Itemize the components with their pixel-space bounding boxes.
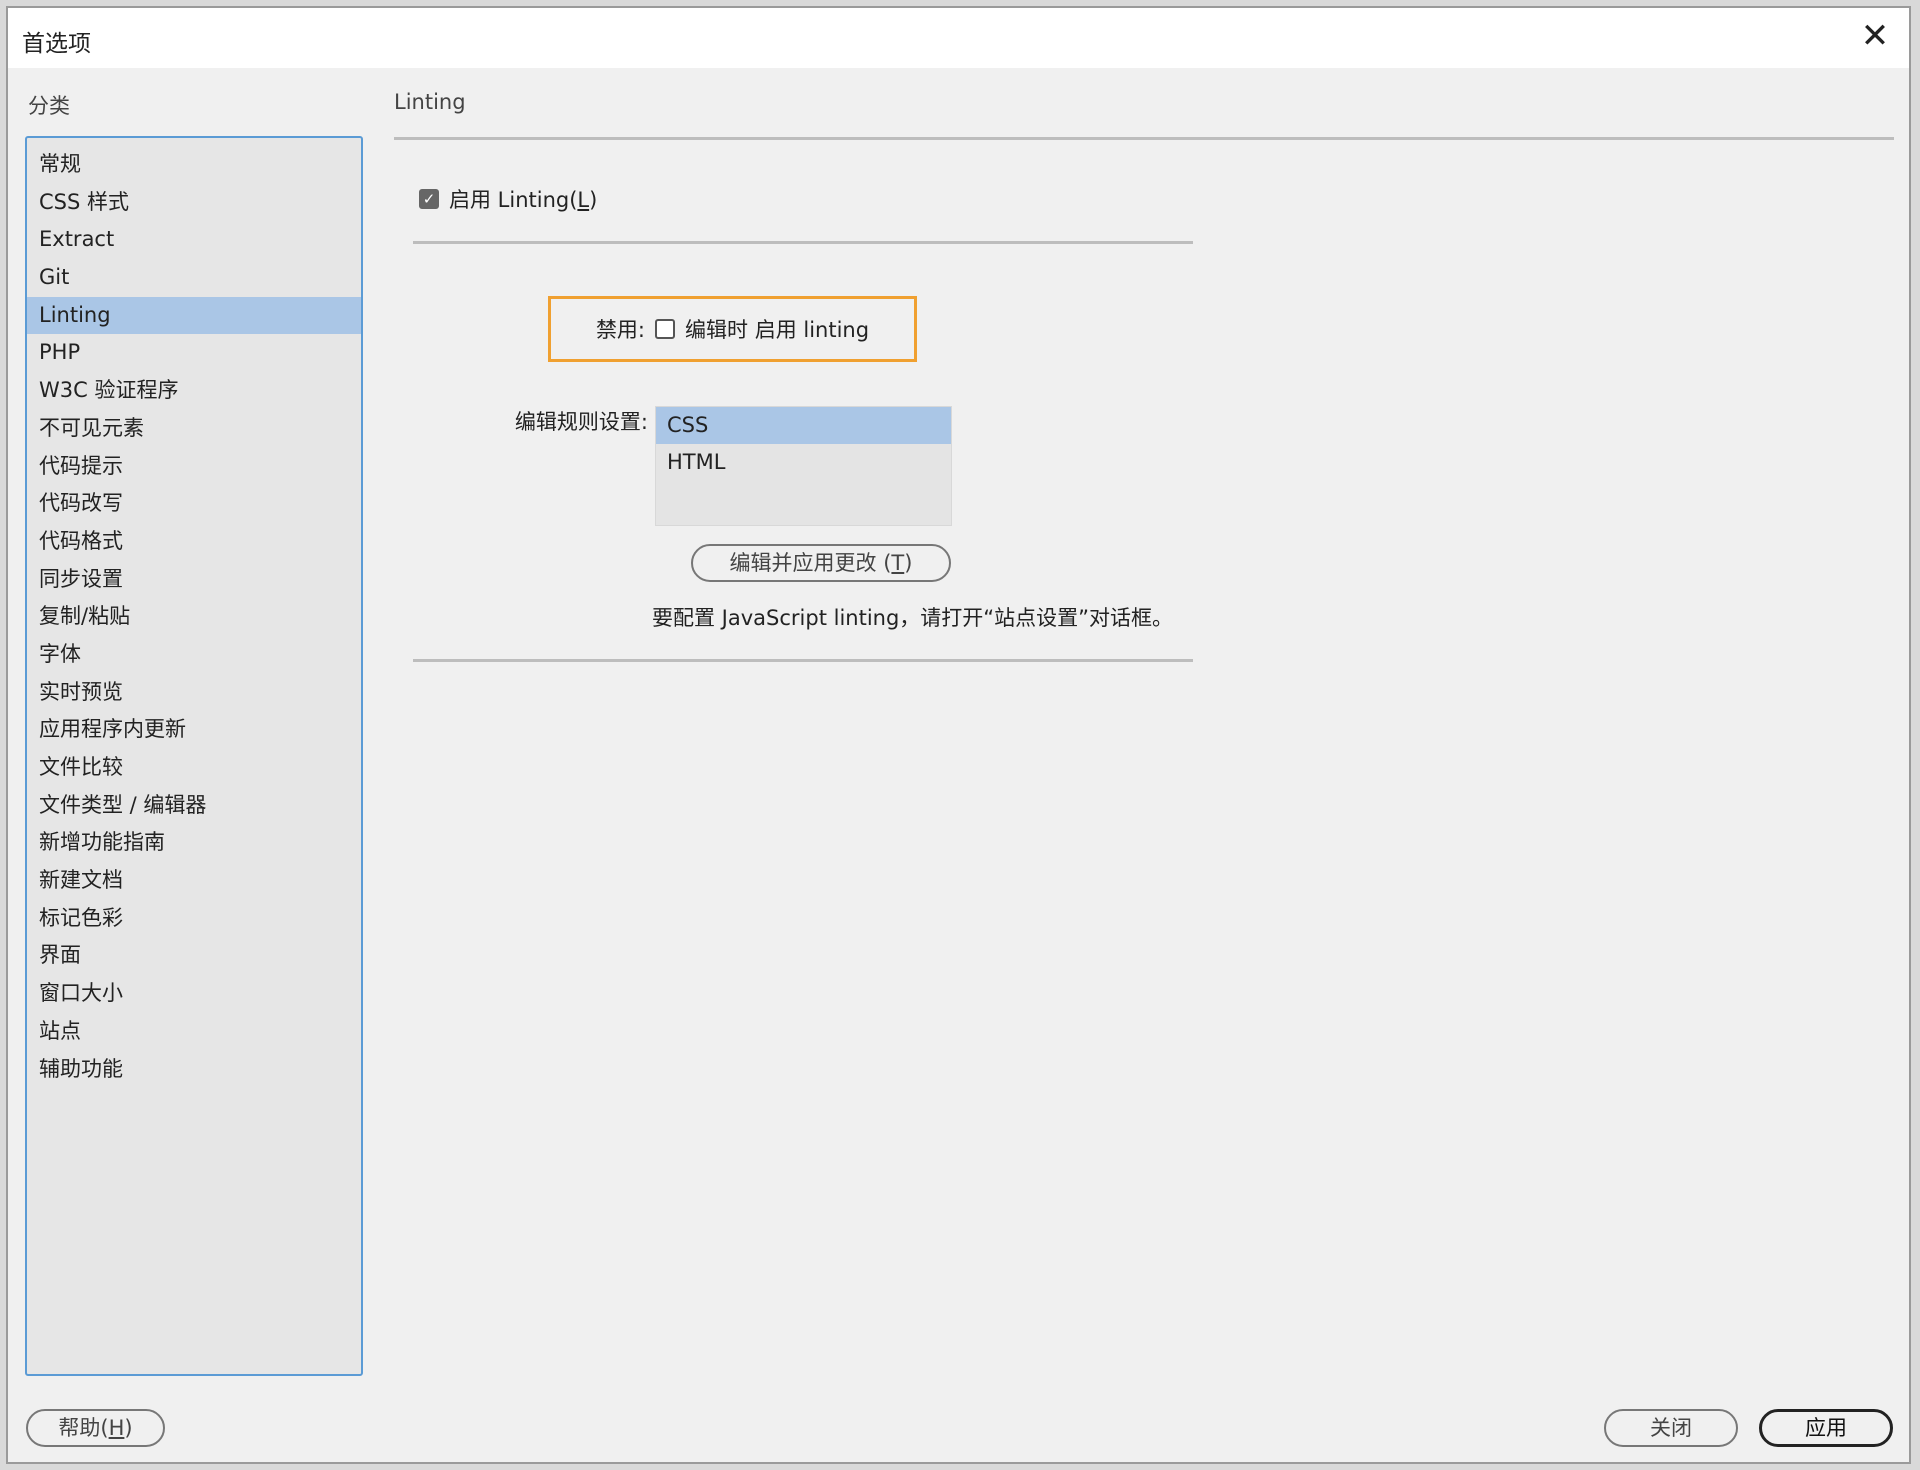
sidebar-item[interactable]: Extract [27,221,361,259]
sidebar-item[interactable]: 应用程序内更新 [27,711,361,749]
lint-on-edit-checkbox[interactable] [655,319,675,339]
enable-linting-checkbox[interactable]: ✓ 启用 Linting(L) [419,184,597,214]
sidebar-item[interactable]: 新建文档 [27,862,361,900]
rules-list[interactable]: CSS HTML [655,406,952,526]
divider [413,241,1193,244]
sidebar-item[interactable]: 复制/粘贴 [27,598,361,636]
disable-linting-highlight: 禁用: 编辑时 启用 linting [548,296,917,362]
close-icon[interactable]: ✕ [1857,18,1893,54]
sidebar-item[interactable]: 界面 [27,937,361,975]
divider [413,659,1193,662]
edit-apply-changes-button[interactable]: 编辑并应用更改 (T) [691,544,951,582]
sidebar-item[interactable]: PHP [27,334,361,372]
checkbox-checked-icon[interactable]: ✓ [419,189,439,209]
javascript-linting-note: 要配置 JavaScript linting，请打开“站点设置”对话框。 [652,602,1173,632]
lint-on-edit-label: 编辑时 启用 linting [685,314,869,344]
sidebar-item[interactable]: 不可见元素 [27,410,361,448]
sidebar-item[interactable]: 代码格式 [27,523,361,561]
sidebar-item[interactable]: 同步设置 [27,561,361,599]
sidebar-item[interactable]: 字体 [27,636,361,674]
help-button[interactable]: 帮助(H) [26,1409,165,1447]
sidebar-item[interactable]: 新增功能指南 [27,824,361,862]
sidebar-item[interactable]: Linting [27,297,361,335]
sidebar-item[interactable]: 实时预览 [27,674,361,712]
divider [394,137,1894,140]
preferences-dialog: 首选项 ✕ 分类 常规CSS 样式ExtractGitLintingPHPW3C… [6,6,1911,1464]
sidebar-item[interactable]: W3C 验证程序 [27,372,361,410]
sidebar-item[interactable]: 代码提示 [27,448,361,486]
rule-item-css[interactable]: CSS [656,407,951,444]
rules-settings-label: 编辑规则设置: [448,406,648,436]
category-label: 分类 [28,90,70,120]
sidebar-item[interactable]: 代码改写 [27,485,361,523]
sidebar-item[interactable]: 标记色彩 [27,900,361,938]
dialog-title: 首选项 [22,24,91,58]
sidebar-item[interactable]: 文件比较 [27,749,361,787]
enable-linting-label: 启用 Linting(L) [449,184,597,214]
section-title: Linting [394,90,466,114]
close-button[interactable]: 关闭 [1604,1409,1738,1447]
sidebar-item[interactable]: 文件类型 / 编辑器 [27,787,361,825]
sidebar-item[interactable]: 站点 [27,1013,361,1051]
sidebar-item[interactable]: 窗口大小 [27,975,361,1013]
sidebar-item[interactable]: 辅助功能 [27,1051,361,1089]
apply-button[interactable]: 应用 [1759,1409,1893,1447]
category-list[interactable]: 常规CSS 样式ExtractGitLintingPHPW3C 验证程序不可见元… [25,136,363,1376]
disable-prefix-label: 禁用: [596,314,645,344]
sidebar-item[interactable]: Git [27,259,361,297]
sidebar-item[interactable]: CSS 样式 [27,184,361,222]
rule-item-html[interactable]: HTML [656,444,951,481]
sidebar-item[interactable]: 常规 [27,146,361,184]
title-bar: 首选项 ✕ [8,8,1909,68]
